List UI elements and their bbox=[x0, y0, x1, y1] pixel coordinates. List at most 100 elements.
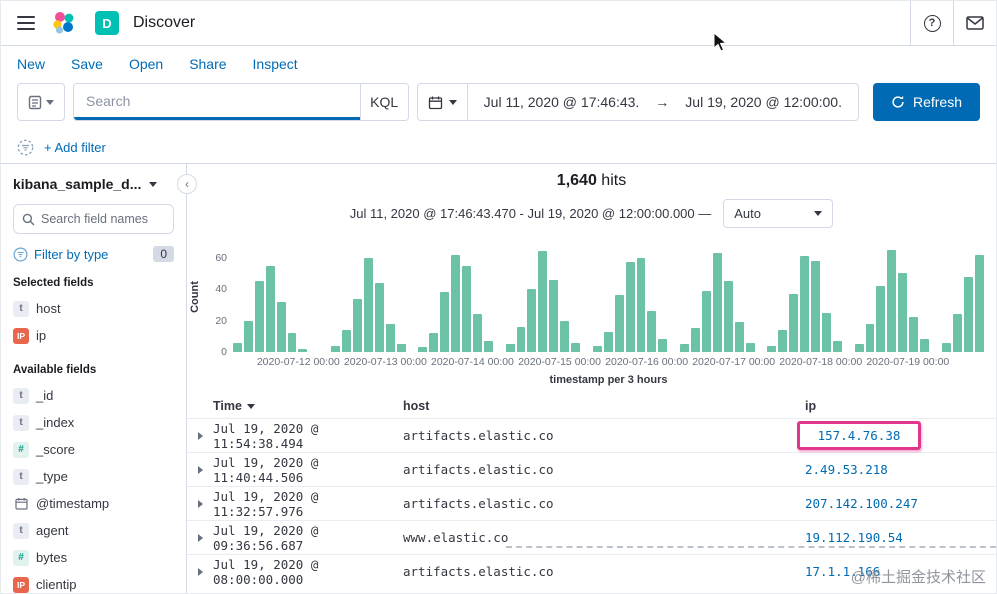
field-search-input[interactable] bbox=[41, 212, 165, 226]
field-type-number-icon: # bbox=[13, 549, 29, 566]
save-button[interactable]: Save bbox=[71, 56, 103, 72]
space-badge[interactable]: D bbox=[95, 11, 119, 35]
histogram-bar bbox=[614, 295, 624, 352]
field-item-type[interactable]: t _type bbox=[13, 463, 174, 490]
field-name: clientip bbox=[36, 577, 77, 592]
hits-count: 1,640 bbox=[556, 172, 597, 189]
chevron-down-icon bbox=[46, 99, 54, 105]
ip-highlight-box: 157.4.76.38 bbox=[797, 421, 921, 450]
newsfeed-button[interactable] bbox=[953, 1, 996, 45]
histogram-bar bbox=[363, 257, 373, 352]
sidebar-collapse-button[interactable]: ‹ bbox=[177, 174, 197, 194]
refresh-icon bbox=[892, 96, 904, 108]
column-header-host[interactable]: host bbox=[403, 399, 789, 413]
histogram-bar bbox=[418, 347, 428, 352]
histogram-bar bbox=[254, 281, 264, 352]
histogram-bar bbox=[952, 314, 962, 352]
index-pattern-selector[interactable]: kibana_sample_d... bbox=[13, 176, 174, 192]
histogram-bar bbox=[527, 289, 537, 352]
documents-table: Time host ip Jul 19, 2020 @ 11:54:38.494… bbox=[187, 394, 996, 588]
search-input[interactable] bbox=[74, 84, 360, 120]
table-row: Jul 19, 2020 @ 11:40:44.506 artifacts.el… bbox=[187, 452, 996, 486]
expand-row-button[interactable] bbox=[187, 499, 213, 508]
field-item-score[interactable]: # _score bbox=[13, 436, 174, 463]
column-header-ip[interactable]: ip bbox=[789, 399, 996, 413]
histogram-bars bbox=[233, 242, 984, 352]
elastic-logo-icon bbox=[53, 12, 74, 34]
field-item-index[interactable]: t _index bbox=[13, 409, 174, 436]
histogram-bar bbox=[440, 292, 450, 352]
histogram-bar bbox=[374, 282, 384, 352]
open-button[interactable]: Open bbox=[129, 56, 163, 72]
field-type-text-icon: t bbox=[13, 414, 29, 431]
x-tick-label: 2020-07-14 00:00 bbox=[430, 356, 514, 368]
histogram-bar bbox=[233, 342, 242, 352]
menu-hamburger-icon[interactable] bbox=[11, 8, 41, 38]
funnel-filter-icon bbox=[13, 246, 28, 262]
table-row: Jul 19, 2020 @ 09:36:56.687 www.elastic.… bbox=[187, 520, 996, 554]
time-range-line: Jul 11, 2020 @ 17:46:43.470 - Jul 19, 20… bbox=[187, 199, 996, 228]
column-header-time[interactable]: Time bbox=[213, 399, 403, 413]
histogram-bar bbox=[603, 331, 613, 352]
field-item-agent[interactable]: t agent bbox=[13, 517, 174, 544]
x-axis-title: timestamp per 3 hours bbox=[549, 374, 668, 386]
saved-query-menu-button[interactable] bbox=[17, 83, 65, 121]
x-tick-label: 2020-07-16 00:00 bbox=[605, 356, 689, 368]
field-name: bytes bbox=[36, 550, 68, 565]
field-item-bytes[interactable]: # bytes bbox=[13, 544, 174, 571]
histogram-bar bbox=[821, 312, 831, 352]
date-quick-select-button[interactable] bbox=[418, 84, 468, 120]
add-filter-button[interactable]: + Add filter bbox=[44, 140, 106, 155]
histogram-bar bbox=[483, 341, 493, 352]
expand-row-button[interactable] bbox=[187, 533, 213, 542]
field-item-id[interactable]: t _id bbox=[13, 382, 174, 409]
filter-by-type-button[interactable]: Filter by type 0 bbox=[13, 246, 174, 262]
search-bar-group: KQL bbox=[73, 83, 409, 121]
field-item-host[interactable]: t host bbox=[13, 295, 174, 322]
ip-link[interactable]: 2.49.53.218 bbox=[805, 462, 888, 477]
help-button[interactable]: ? bbox=[910, 1, 953, 45]
inspect-button[interactable]: Inspect bbox=[253, 56, 298, 72]
hits-label: hits bbox=[601, 172, 627, 189]
ip-link[interactable]: 157.4.76.38 bbox=[818, 428, 901, 443]
chevron-down-icon bbox=[149, 181, 158, 187]
histogram-bar bbox=[680, 344, 690, 352]
x-tick-label: 2020-07-12 00:00 bbox=[256, 356, 340, 368]
query-language-button[interactable]: KQL bbox=[359, 84, 408, 120]
hits-summary: 1,640 hits bbox=[187, 172, 996, 190]
ip-link[interactable]: 17.1.1.166 bbox=[805, 564, 880, 579]
date-range-start[interactable]: Jul 11, 2020 @ 17:46:43. bbox=[468, 94, 656, 110]
expand-row-button[interactable] bbox=[187, 431, 213, 440]
expand-row-button[interactable] bbox=[187, 465, 213, 474]
field-name: _score bbox=[36, 442, 76, 457]
histogram-bar bbox=[909, 317, 919, 352]
search-icon bbox=[22, 213, 35, 225]
cell-time: Jul 19, 2020 @ 11:54:38.494 bbox=[213, 420, 319, 451]
field-item-timestamp[interactable]: @timestamp bbox=[13, 490, 174, 517]
histogram-interval-select[interactable]: Auto bbox=[723, 199, 834, 228]
histogram-bar bbox=[429, 333, 439, 352]
ip-link[interactable]: 207.142.100.247 bbox=[805, 496, 918, 511]
table-header-row: Time host ip bbox=[187, 394, 996, 418]
histogram-bar bbox=[865, 323, 875, 352]
ip-link[interactable]: 19.112.190.54 bbox=[805, 530, 903, 545]
histogram-bar bbox=[331, 345, 341, 352]
field-item-ip[interactable]: IP ip bbox=[13, 322, 174, 349]
new-button[interactable]: New bbox=[17, 56, 45, 72]
field-type-text-icon: t bbox=[13, 300, 29, 317]
index-pattern-name: kibana_sample_d... bbox=[13, 176, 142, 192]
histogram-bar bbox=[941, 342, 951, 352]
interval-value: Auto bbox=[734, 206, 762, 221]
elastic-logo[interactable] bbox=[51, 10, 77, 36]
histogram-plot[interactable] bbox=[233, 242, 984, 352]
y-axis-title: Count bbox=[188, 281, 201, 313]
date-range-end[interactable]: Jul 19, 2020 @ 12:00:00. bbox=[669, 94, 858, 110]
refresh-button[interactable]: Refresh bbox=[872, 83, 980, 121]
histogram-bar bbox=[712, 253, 722, 352]
field-item-clientip[interactable]: IP clientip bbox=[13, 571, 174, 593]
refresh-label: Refresh bbox=[912, 94, 962, 110]
expand-row-button[interactable] bbox=[187, 567, 213, 576]
share-button[interactable]: Share bbox=[189, 56, 226, 72]
histogram-bar bbox=[723, 281, 733, 352]
histogram-bar bbox=[592, 345, 602, 352]
